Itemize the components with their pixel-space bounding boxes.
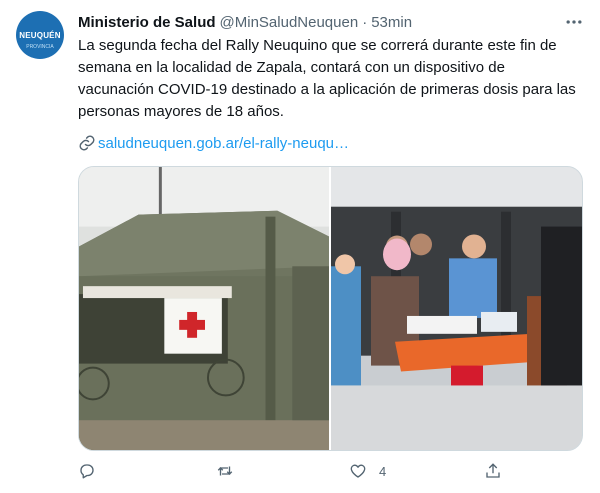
- tweet[interactable]: NEUQUÉN PROVINCIA Ministerio de Salud @M…: [0, 0, 600, 493]
- link-text[interactable]: saludneuquen.gob.ar/el-rally-neuqu…: [98, 135, 349, 152]
- separator-dot: ·: [362, 13, 368, 31]
- avatar-logo-subtext: PROVINCIA: [26, 44, 54, 50]
- like-button[interactable]: 4: [349, 462, 386, 480]
- like-count: 4: [379, 463, 387, 479]
- avatar-logo-text: NEUQUÉN: [19, 30, 61, 40]
- reply-button[interactable]: [78, 462, 108, 480]
- retweet-button[interactable]: [216, 462, 246, 480]
- vaccination-photo[interactable]: [331, 167, 582, 450]
- like-icon: [350, 464, 366, 478]
- author-name[interactable]: Ministerio de Salud: [78, 14, 216, 31]
- retweet-icon: [217, 466, 233, 476]
- avatar[interactable]: NEUQUÉN PROVINCIA: [16, 11, 64, 59]
- more-icon[interactable]: [564, 12, 584, 32]
- media-grid[interactable]: [78, 166, 583, 451]
- author-handle[interactable]: @MinSaludNeuquen: [220, 14, 359, 31]
- tent-photo[interactable]: [79, 167, 331, 450]
- share-button[interactable]: [484, 462, 514, 480]
- tweet-actions: 4: [78, 462, 508, 484]
- tweet-header: Ministerio de Salud @MinSaludNeuquen · 5…: [78, 12, 412, 32]
- share-icon: [486, 463, 500, 478]
- tweet-link[interactable]: saludneuquen.gob.ar/el-rally-neuqu…: [78, 134, 349, 152]
- reply-icon: [80, 464, 94, 479]
- link-icon: [79, 135, 95, 151]
- tweet-text: La segunda fecha del Rally Neuquino que …: [78, 37, 580, 120]
- tweet-timestamp[interactable]: 53min: [371, 14, 412, 31]
